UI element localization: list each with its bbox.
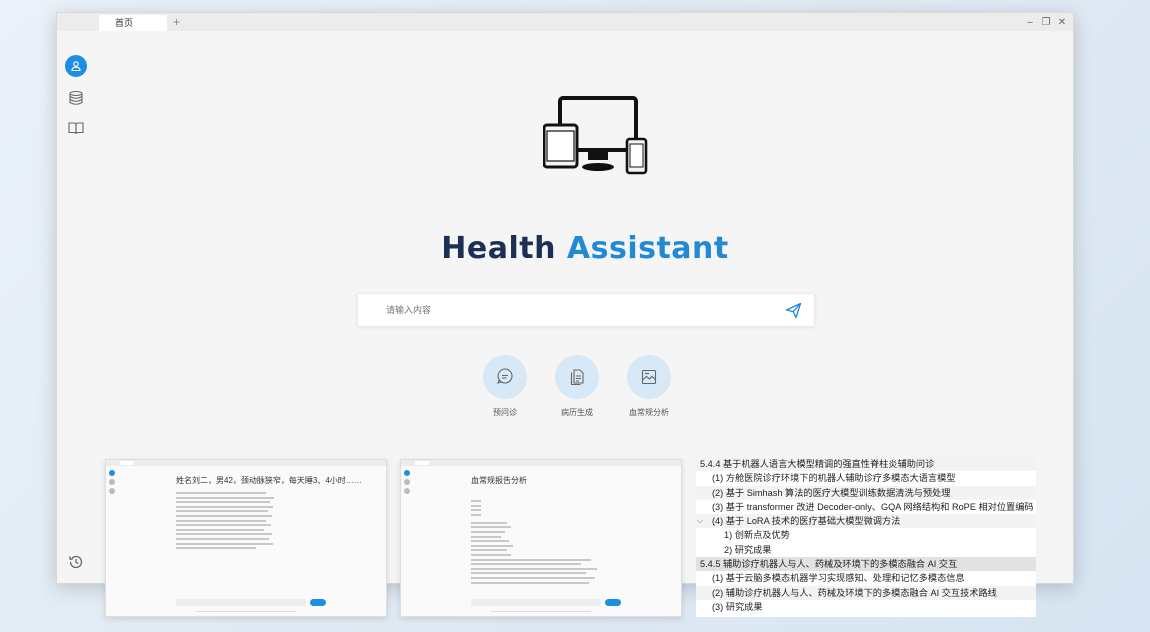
- outline-item-text: 2) 研究成果: [724, 544, 772, 555]
- thumbnail-title: 血常规报告分析: [471, 476, 527, 485]
- outline-item-text: (2) 辅助诊疗机器人与人、药械及环境下的多模态融合 AI 交互技术路线: [712, 587, 997, 598]
- history-button[interactable]: [65, 551, 87, 573]
- quick-action-record-generation[interactable]: 病历生成: [547, 355, 607, 418]
- outline-item-text: (4) 基于 LoRA 技术的医疗基础大模型微调方法: [712, 516, 901, 527]
- outline-item[interactable]: 5.4.5 辅助诊疗机器人与人、药械及环境下的多模态融合 AI 交互: [696, 557, 1036, 572]
- quick-action-pre-consultation[interactable]: 预问诊: [475, 355, 535, 418]
- outline-item-text: 1) 创新点及优势: [724, 530, 790, 541]
- outline-panel: 5.4.4 基于机器人语言大模型精调的强直性脊柱炎辅助问诊 (1) 方舱医院诊疗环…: [696, 457, 1036, 617]
- brand-word-assistant: Assistant: [566, 231, 729, 266]
- search-input[interactable]: [386, 294, 766, 326]
- screenshot-thumbnail-blood-report: 血常规报告分析: [400, 459, 682, 617]
- devices-logo-icon: [543, 96, 648, 175]
- send-icon[interactable]: [785, 302, 802, 319]
- outline-item-text: 5.4.4 基于机器人语言大模型精调的强直性脊柱炎辅助问诊: [700, 459, 935, 469]
- chevron-down-icon[interactable]: ⌵: [697, 514, 703, 528]
- title-bar: 首页 + – ❐ ✕: [57, 13, 1073, 31]
- outline-item-text: (1) 基于云脑多模态机器学习实现感知、处理和记忆多模态信息: [712, 573, 965, 584]
- outline-item[interactable]: ⌵ (4) 基于 LoRA 技术的医疗基础大模型微调方法: [696, 514, 1036, 529]
- tab-home[interactable]: 首页: [99, 15, 167, 31]
- quick-action-label: 预问诊: [493, 408, 517, 417]
- outline-item[interactable]: (2) 辅助诊疗机器人与人、药械及环境下的多模态融合 AI 交互技术路线: [696, 585, 1036, 600]
- outline-item-text: (2) 基于 Simhash 算法的医疗大模型训练数据清洗与预处理: [712, 487, 951, 498]
- outline-item-text: (3) 研究成果: [712, 601, 763, 612]
- book-icon: [68, 122, 84, 135]
- screenshot-thumbnail-consultation: 姓名刘二，男42，颈动脉狭窄，每天睡3、4小时……: [105, 459, 387, 617]
- outline-item[interactable]: 2) 研究成果: [696, 543, 1036, 557]
- brand-word-health: Health: [441, 231, 556, 266]
- outline-item[interactable]: 1) 创新点及优势: [696, 528, 1036, 542]
- outline-item-text: (1) 方舱医院诊疗环境下的机器人辅助诊疗多模态大语言模型: [712, 473, 956, 484]
- quick-action-blood-analysis[interactable]: 血常规分析: [619, 355, 679, 418]
- chat-icon: [497, 368, 513, 384]
- brand-title: Health Assistant: [95, 231, 1075, 266]
- sidebar-item-book[interactable]: [65, 117, 87, 139]
- sidebar-item-user[interactable]: [65, 55, 87, 77]
- outline-item[interactable]: (1) 基于云脑多模态机器学习实现感知、处理和记忆多模态信息: [696, 571, 1036, 585]
- close-button[interactable]: ✕: [1057, 15, 1067, 29]
- thumbnail-text-lines: [471, 500, 597, 586]
- sidebar: [57, 31, 95, 584]
- restore-button[interactable]: ❐: [1041, 15, 1051, 29]
- quick-action-label: 血常规分析: [629, 408, 669, 417]
- new-tab-button[interactable]: +: [173, 14, 180, 30]
- image-analysis-icon: [641, 369, 657, 385]
- outline-item[interactable]: 5.4.4 基于机器人语言大模型精调的强直性脊柱炎辅助问诊: [696, 457, 1036, 472]
- history-icon: [68, 555, 83, 569]
- search-box: [357, 293, 815, 327]
- thumbnail-title: 姓名刘二，男42，颈动脉狭窄，每天睡3、4小时……: [176, 476, 362, 485]
- sidebar-item-database[interactable]: [65, 87, 87, 109]
- minimize-button[interactable]: –: [1025, 15, 1035, 29]
- document-icon: [570, 369, 584, 386]
- outline-item-text: 5.4.5 辅助诊疗机器人与人、药械及环境下的多模态融合 AI 交互: [700, 559, 958, 570]
- quick-action-label: 病历生成: [561, 408, 593, 417]
- outline-item[interactable]: (3) 基于 transformer 改进 Decoder-only、GQA 网…: [696, 500, 1036, 514]
- database-icon: [69, 90, 83, 105]
- outline-item-text: (3) 基于 transformer 改进 Decoder-only、GQA 网…: [712, 501, 1034, 512]
- outline-item[interactable]: (1) 方舱医院诊疗环境下的机器人辅助诊疗多模态大语言模型: [696, 471, 1036, 485]
- thumbnail-text-lines: [176, 492, 274, 552]
- outline-item[interactable]: (2) 基于 Simhash 算法的医疗大模型训练数据清洗与预处理: [696, 485, 1036, 500]
- outline-item[interactable]: (3) 研究成果: [696, 600, 1036, 614]
- user-icon: [71, 61, 81, 72]
